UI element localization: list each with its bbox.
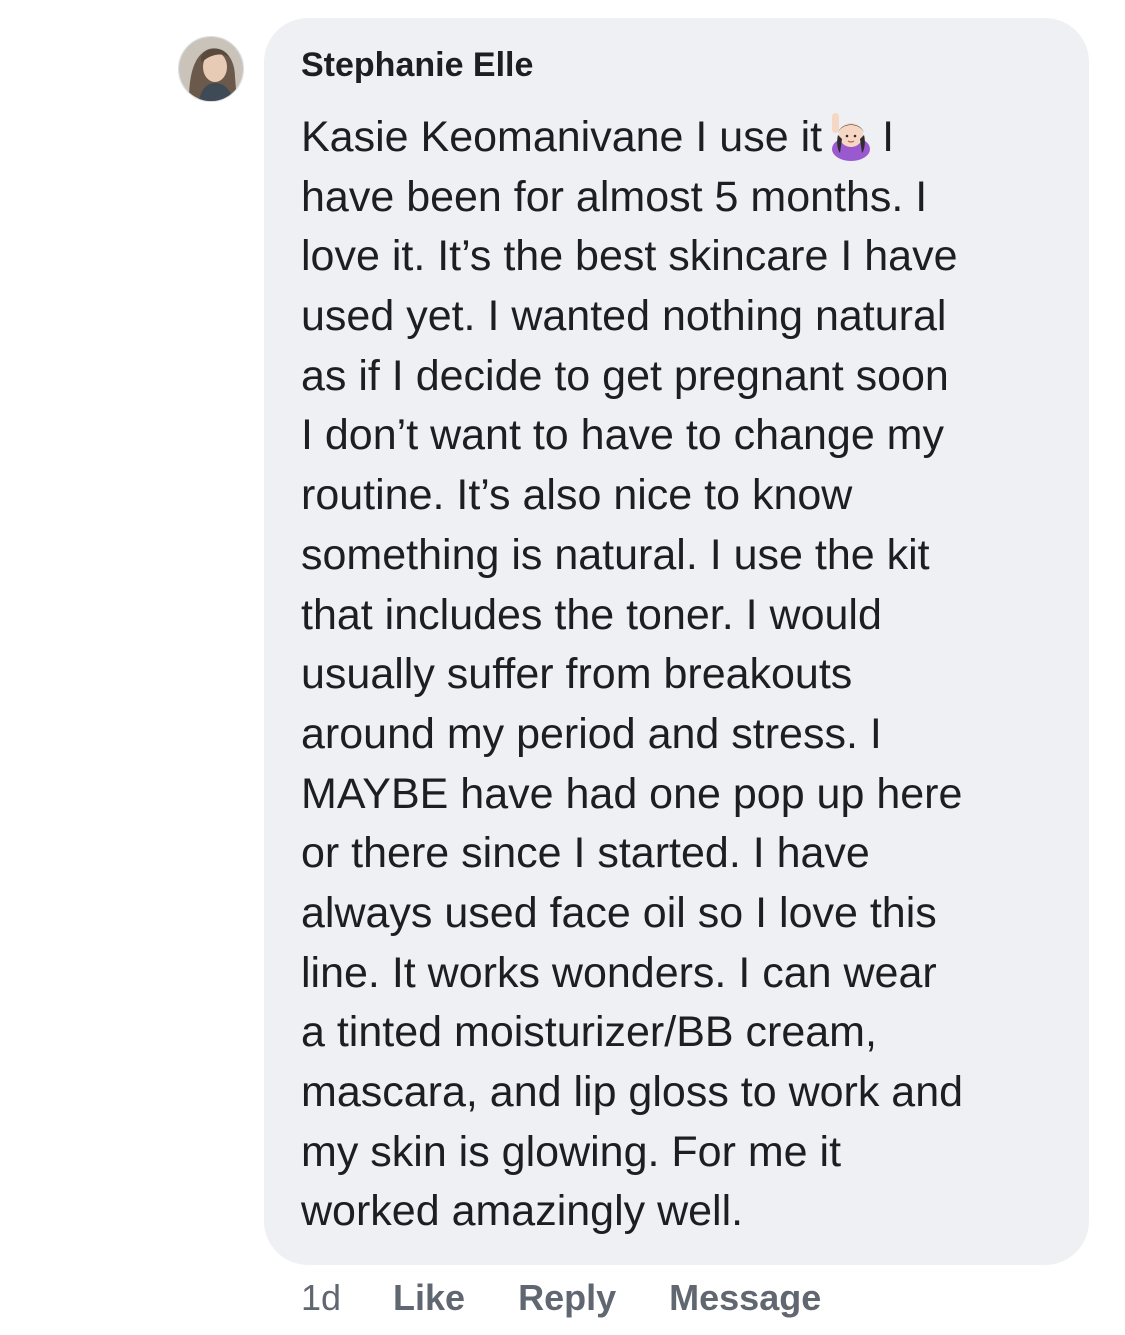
- comment-line: my skin is glowing. For me it: [301, 1127, 842, 1176]
- comment-line: line. It works wonders. I can wear: [301, 948, 937, 997]
- like-button[interactable]: Like: [393, 1277, 465, 1319]
- comment-line: routine. It’s also nice to know: [301, 471, 853, 520]
- comment-line: as if I decide to get pregnant soon: [301, 351, 949, 400]
- comment-line: or there since I started. I have: [301, 829, 870, 878]
- comment-line-text-after-emoji: I: [882, 113, 895, 161]
- comment-line: around my period and stress. I: [301, 709, 882, 758]
- comment-line-text-before-emoji: Kasie Keomanivane I use it: [301, 113, 823, 161]
- message-button[interactable]: Message: [669, 1277, 821, 1319]
- comment-line: worked amazingly well.: [301, 1187, 744, 1236]
- comment-bubble: Stephanie Elle Kasie Keomanivane I use i…: [264, 18, 1089, 1265]
- comment-line: have been for almost 5 months. I: [301, 172, 928, 221]
- comment-author-name[interactable]: Stephanie Elle: [301, 45, 533, 85]
- comment-line: MAYBE have had one pop up here: [301, 769, 963, 818]
- user-avatar-icon: [179, 37, 243, 101]
- raising-hand-woman-emoji-icon: [826, 111, 876, 161]
- avatar[interactable]: [178, 36, 244, 102]
- comment-line: something is natural. I use the kit: [301, 530, 930, 579]
- comment-line: mascara, and lip gloss to work and: [301, 1068, 964, 1116]
- comment-line: love it. It’s the best skincare I have: [301, 232, 958, 281]
- comment-line: I don’t want to have to change my: [301, 411, 945, 460]
- comment-line: used yet. I wanted nothing natural: [301, 292, 947, 341]
- comment-line: a tinted moisturizer/BB cream,: [301, 1008, 877, 1057]
- comment-actions: 1d Like Reply Message: [301, 1273, 874, 1323]
- comment-line: always used face oil so I love this: [301, 888, 937, 937]
- comment-line-1: Kasie Keomanivane I use it I: [301, 108, 1081, 168]
- comment-line: that includes the toner. I would: [301, 590, 882, 639]
- reply-button[interactable]: Reply: [518, 1277, 616, 1319]
- comment-body: Kasie Keomanivane I use it I have been f…: [301, 108, 1081, 1242]
- comment-timestamp[interactable]: 1d: [301, 1277, 341, 1319]
- comment-line: usually suffer from breakouts: [301, 650, 853, 699]
